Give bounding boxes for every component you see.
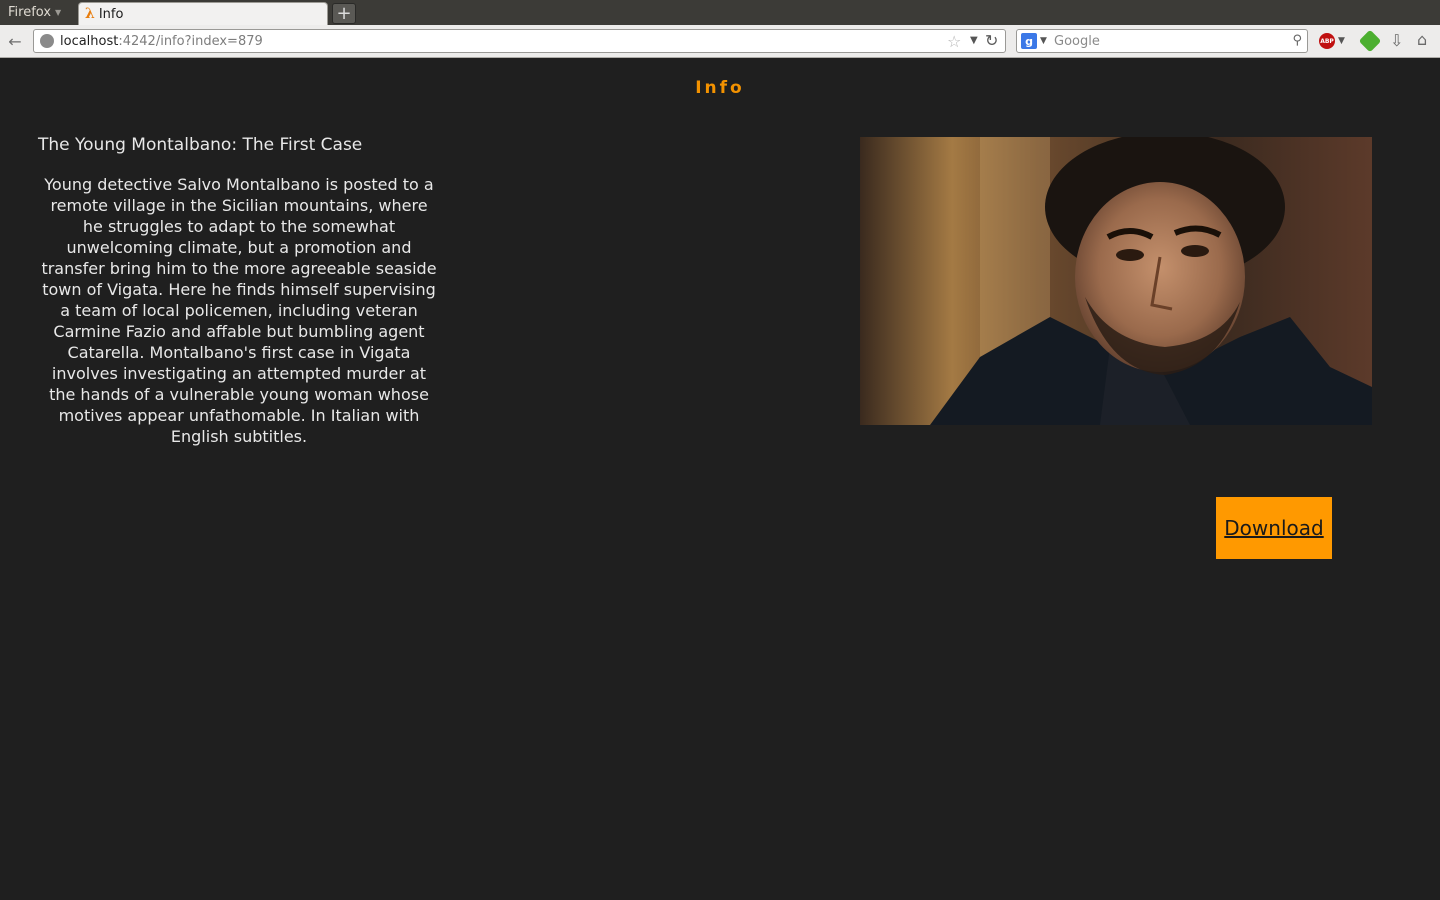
url-path: :4242/info?index=879: [118, 34, 263, 49]
chevron-down-icon: ▼: [55, 8, 62, 17]
arrow-left-icon: ←: [8, 31, 22, 51]
download-button-label: Download: [1224, 516, 1324, 540]
bookmark-star-icon[interactable]: ☆: [947, 32, 961, 51]
home-icon[interactable]: ⌂: [1417, 30, 1427, 49]
globe-icon: [40, 34, 54, 48]
reload-icon[interactable]: ↻: [985, 31, 998, 50]
adblock-icon[interactable]: ABP: [1319, 33, 1335, 49]
page-title: Info: [695, 78, 745, 98]
history-dropdown-icon[interactable]: ▼: [970, 35, 978, 46]
firefox-menu-label: Firefox: [8, 5, 52, 20]
google-engine-icon[interactable]: g: [1021, 33, 1037, 49]
search-placeholder: Google: [1054, 34, 1100, 49]
movie-description: Young detective Salvo Montalbano is post…: [41, 175, 437, 446]
tab-info[interactable]: λ Info: [78, 2, 328, 25]
movie-title: The Young Montalbano: The First Case: [38, 135, 363, 155]
search-binoculars-icon[interactable]: ⚲: [1292, 33, 1302, 48]
search-bar[interactable]: g ▼ Google ⚲: [1016, 29, 1308, 53]
nav-bar: ← localhost:4242/info?index=879 ☆ ▼ ↻ g …: [0, 25, 1440, 58]
download-button[interactable]: Download: [1216, 497, 1332, 559]
url-bar[interactable]: localhost:4242/info?index=879 ☆ ▼ ↻: [33, 29, 1006, 53]
movie-poster-image: [860, 137, 1372, 425]
adblock-dropdown-icon[interactable]: ▼: [1338, 36, 1345, 46]
url-text: localhost:4242/info?index=879: [60, 34, 263, 49]
tab-title: Info: [98, 6, 124, 22]
new-tab-button[interactable]: +: [332, 3, 356, 24]
lambda-icon: λ: [85, 6, 95, 22]
download-arrow-icon[interactable]: ⇩: [1390, 31, 1403, 50]
engine-dropdown-icon[interactable]: ▼: [1040, 36, 1047, 46]
back-button[interactable]: ←: [5, 31, 25, 51]
firefox-menu-button[interactable]: Firefox ▼: [0, 0, 69, 25]
url-host: localhost: [60, 34, 119, 49]
tab-bar: Firefox ▼ λ Info +: [0, 0, 1440, 25]
